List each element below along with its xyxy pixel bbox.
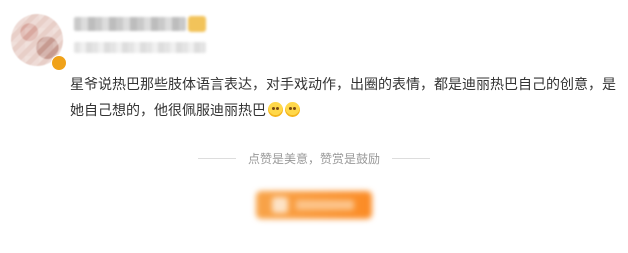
reward-button-label-redacted <box>296 200 354 210</box>
divider-line-left <box>197 158 236 159</box>
reward-divider: 点赞是美意，赞赏是鼓励 <box>0 150 628 167</box>
vip-badge-icon <box>51 55 67 71</box>
reward-icon <box>272 197 288 213</box>
crying-face-icon <box>268 102 283 117</box>
user-level-badge-icon <box>188 16 206 32</box>
reward-prompt-text: 点赞是美意，赞赏是鼓励 <box>247 152 380 166</box>
post-meta-redacted <box>74 42 206 53</box>
username-redacted[interactable] <box>74 17 186 31</box>
comment-body: 星爷说热巴那些肢体语言表达，对手戏动作，出圈的表情，都是迪丽热巴自己的创意，是她… <box>70 72 622 124</box>
divider-line-right <box>392 158 430 159</box>
grin-face-icon <box>285 102 300 117</box>
comment-text: 星爷说热巴那些肢体语言表达，对手戏动作，出圈的表情，都是迪丽热巴自己的创意，是她… <box>70 77 616 119</box>
reward-button[interactable] <box>256 191 372 219</box>
